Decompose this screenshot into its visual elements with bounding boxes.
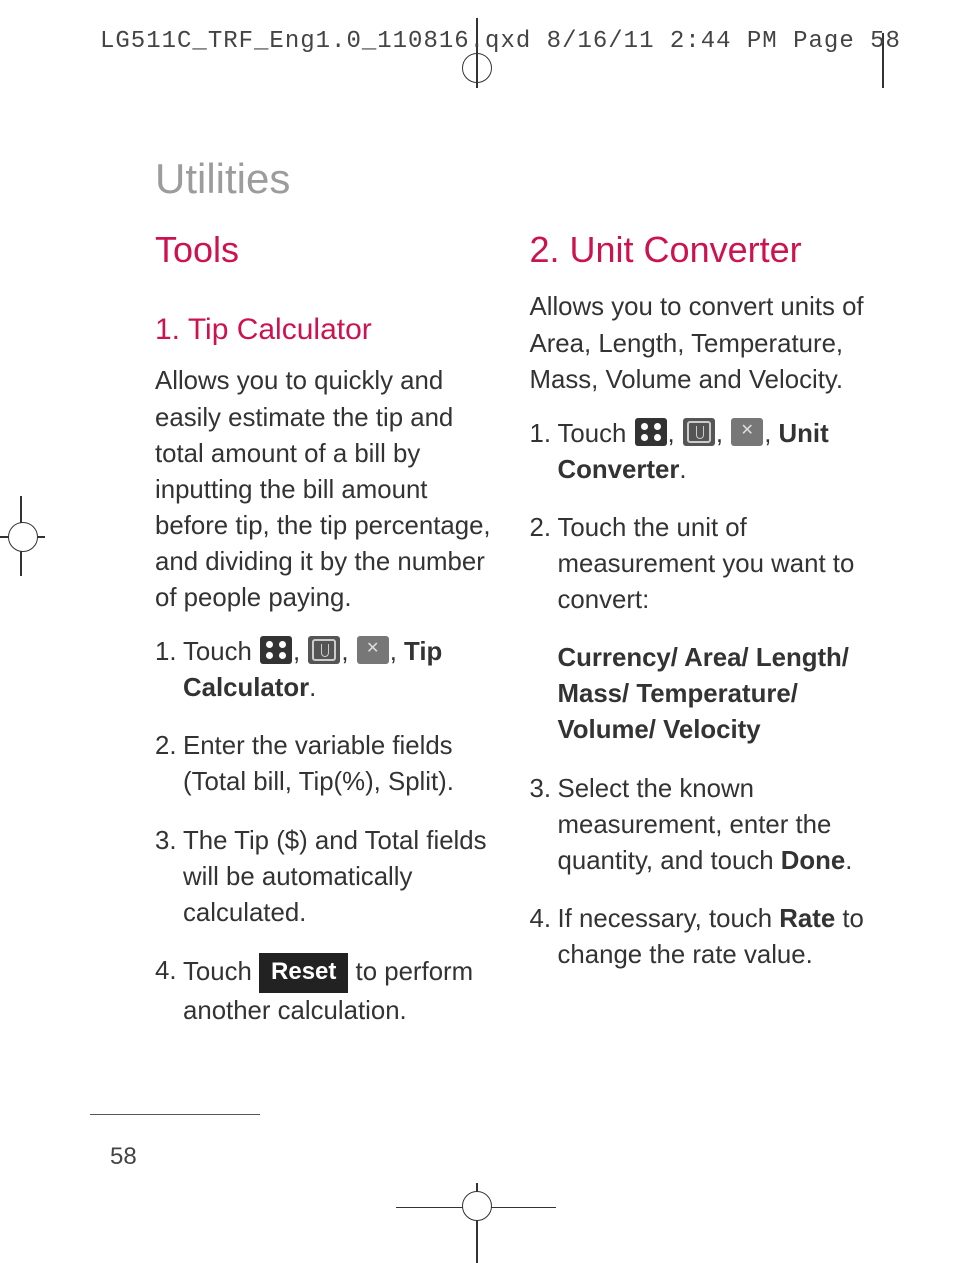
left-column: Tools 1. Tip Calculator Allows you to qu… [155, 225, 500, 1051]
tip-intro: Allows you to quickly and easily estimat… [155, 363, 500, 616]
tools-icon [308, 636, 340, 664]
section-heading-tools: Tools [155, 225, 500, 275]
icon-separator: , [341, 638, 355, 666]
rate-label: Rate [779, 905, 835, 933]
step-number: 4. [155, 953, 183, 1029]
tip-step-2: 2. Enter the variable fields (Total bill… [155, 728, 500, 800]
icon-separator: , [764, 420, 778, 448]
unit-step-3: 3. Select the known measurement, enter t… [530, 771, 875, 879]
subheading-unit-converter: 2. Unit Converter [530, 225, 875, 275]
step-body: Touch Reset to perform another calculati… [183, 953, 500, 1029]
step-text: . [845, 847, 852, 875]
step-text: Touch [183, 958, 259, 986]
step-text: Touch [183, 638, 259, 666]
tip-step-4: 4. Touch Reset to perform another calcul… [155, 953, 500, 1029]
unit-step-1: 1. Touch , , , Unit Converter. [530, 416, 875, 488]
step-number: 2. [155, 728, 183, 800]
unit-types: Currency/ Area/ Length/ Mass/ Temperatur… [558, 644, 849, 744]
reset-button[interactable]: Reset [259, 953, 348, 993]
unit-intro: Allows you to convert units of Area, Len… [530, 289, 875, 397]
step-body: If necessary, touch Rate to change the r… [558, 901, 875, 973]
subheading-tip-calculator: 1. Tip Calculator [155, 309, 500, 351]
page: LG511C_TRF_Eng1.0_110816.qxd 8/16/11 2:4… [0, 0, 954, 1263]
crop-mark-bottom [476, 1183, 478, 1263]
tools-icon [683, 418, 715, 446]
tip-step-3: 3. The Tip ($) and Total fields will be … [155, 823, 500, 931]
step-text: If necessary, touch [558, 905, 780, 933]
icon-separator: , [668, 420, 682, 448]
unit-types-list: Currency/ Area/ Length/ Mass/ Temperatur… [558, 640, 875, 748]
step-number: 1. [530, 416, 558, 488]
page-number: 58 [110, 1143, 137, 1171]
step-body: Touch the unit of measurement you want t… [558, 510, 875, 618]
step-body: Select the known measurement, enter the … [558, 771, 875, 879]
icon-separator: , [390, 638, 404, 666]
step-number: 3. [530, 771, 558, 879]
crop-mark-left [0, 536, 45, 538]
step-body: Enter the variable fields (Total bill, T… [183, 728, 500, 800]
step-number: 2. [530, 510, 558, 618]
content-columns: Tools 1. Tip Calculator Allows you to qu… [155, 225, 874, 1051]
step-body: Touch , , , Unit Converter. [558, 416, 875, 488]
done-label: Done [781, 847, 846, 875]
footer-rule [90, 1114, 260, 1115]
period: . [679, 456, 686, 484]
qxd-header: LG511C_TRF_Eng1.0_110816.qxd 8/16/11 2:4… [100, 28, 901, 55]
utilities-icon [357, 636, 389, 664]
right-column: 2. Unit Converter Allows you to convert … [530, 225, 875, 1051]
step-number: 3. [155, 823, 183, 931]
period: . [309, 674, 316, 702]
step-body: Touch , , , Tip Calculator. [183, 634, 500, 706]
utilities-icon [731, 418, 763, 446]
page-title: Utilities [155, 155, 290, 203]
icon-separator: , [293, 638, 307, 666]
step-number: 4. [530, 901, 558, 973]
icon-separator: , [716, 420, 730, 448]
tip-step-1: 1. Touch , , , Tip Calculator. [155, 634, 500, 706]
step-text: Touch [558, 420, 634, 448]
unit-step-2: 2. Touch the unit of measurement you wan… [530, 510, 875, 618]
apps-icon [635, 418, 667, 446]
apps-icon [260, 636, 292, 664]
step-number: 1. [155, 634, 183, 706]
unit-step-4: 4. If necessary, touch Rate to change th… [530, 901, 875, 973]
step-body: The Tip ($) and Total fields will be aut… [183, 823, 500, 931]
